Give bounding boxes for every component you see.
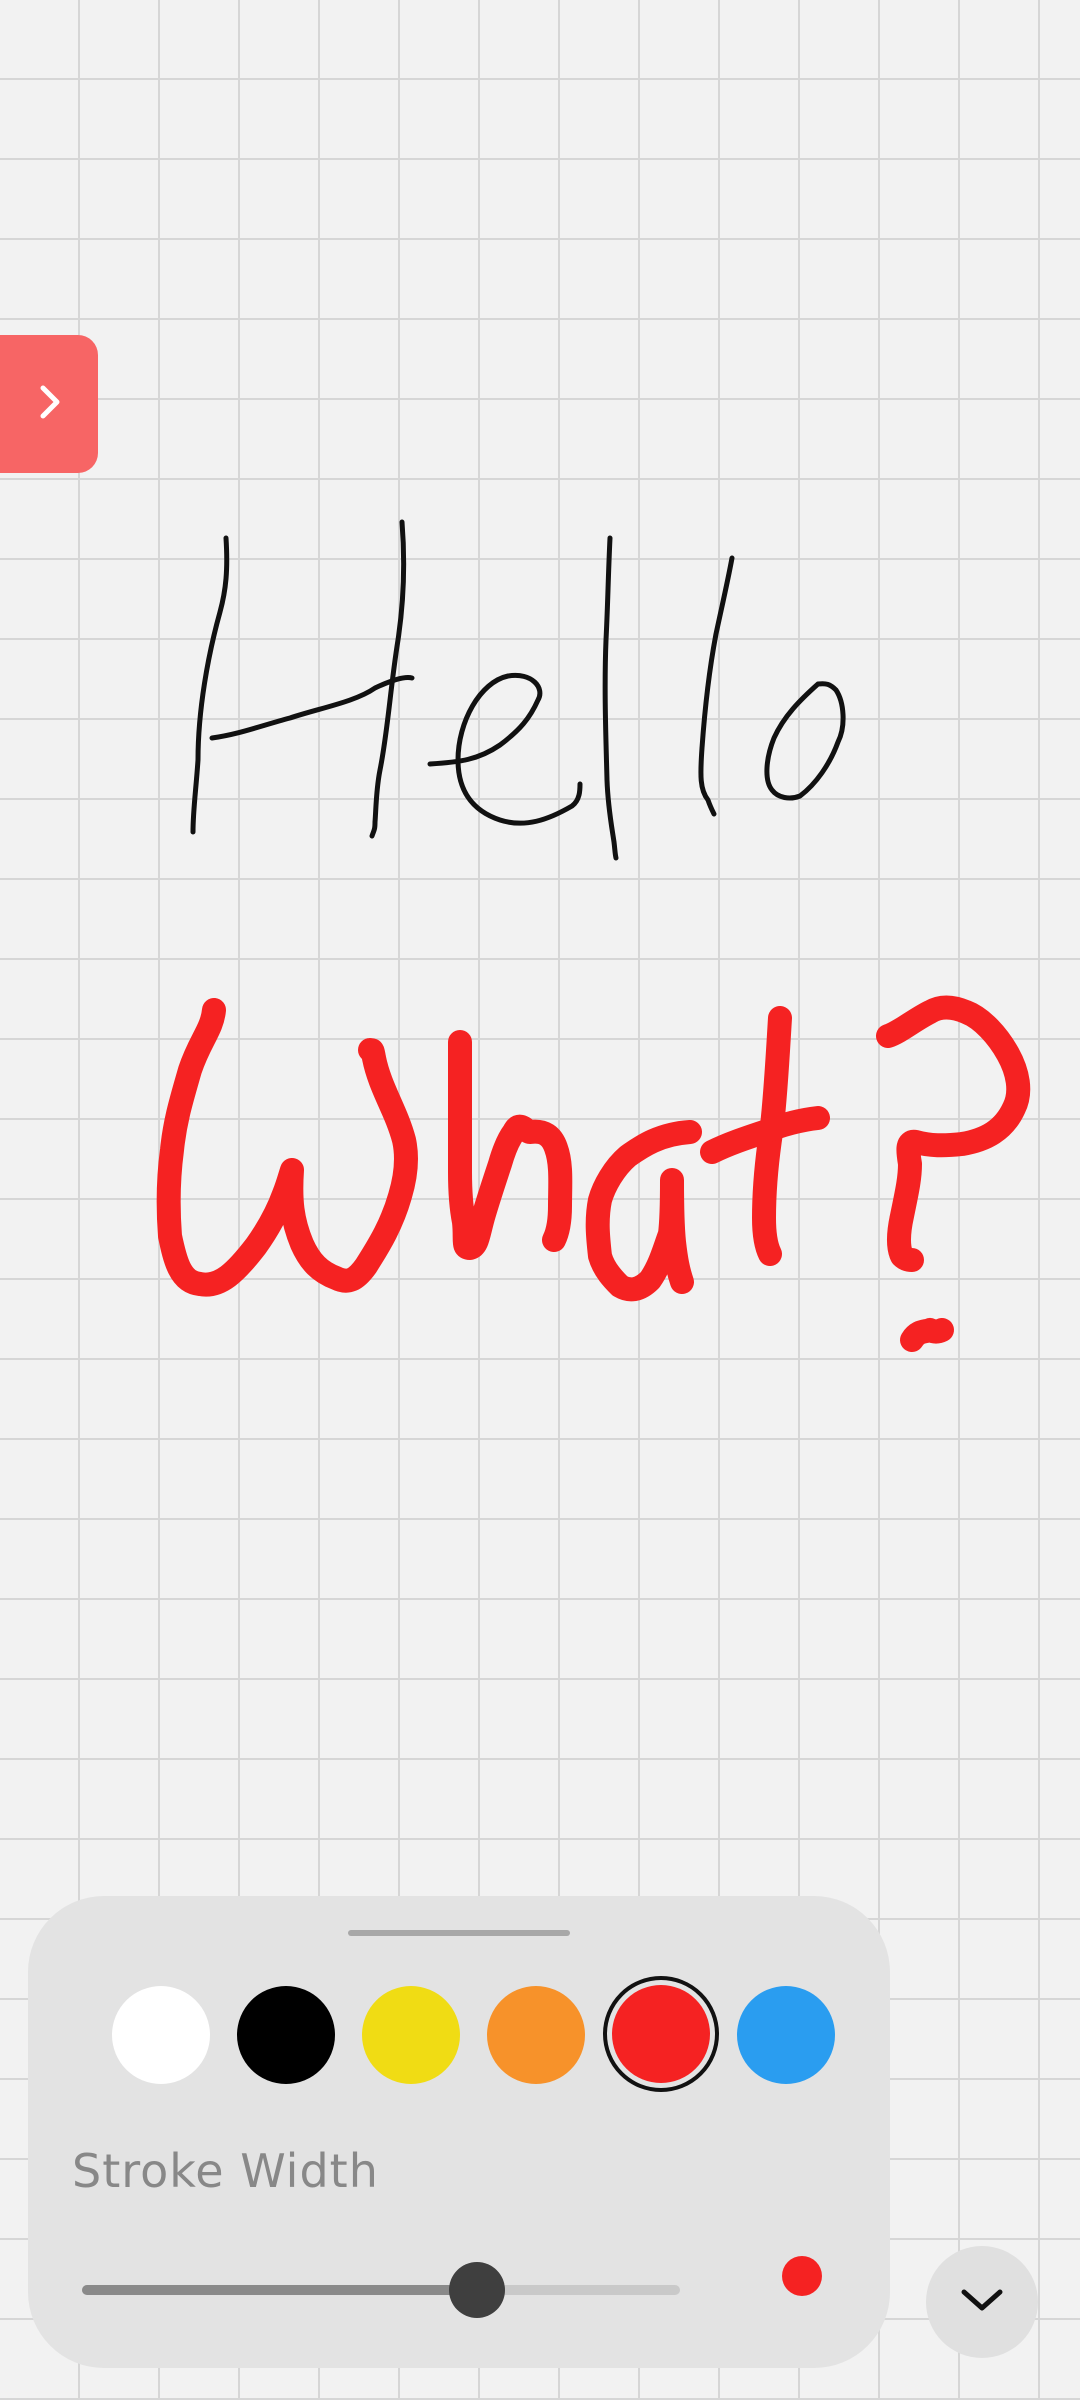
stroke-e — [427, 672, 583, 826]
stroke-w — [156, 998, 419, 1297]
color-swatch-red[interactable] — [603, 1976, 719, 2092]
selected-color-fill — [612, 1985, 710, 2083]
chevron-down-icon — [960, 2286, 1004, 2318]
collapse-toolbox-button[interactable] — [926, 2246, 1038, 2358]
stroke-l-second — [698, 555, 735, 817]
stroke-q-hook — [876, 995, 1031, 1272]
color-swatch-orange[interactable] — [487, 1986, 585, 2084]
hello-strokes — [190, 519, 846, 861]
stroke-h — [447, 1030, 573, 1260]
color-palette — [112, 1976, 852, 2092]
stroke-width-slider[interactable] — [82, 2262, 680, 2318]
color-swatch-blue[interactable] — [737, 1986, 835, 2084]
toolbox-drag-handle[interactable] — [348, 1930, 570, 1936]
stroke-a — [585, 1120, 702, 1302]
stroke-q-dot — [900, 1318, 954, 1352]
color-swatch-black[interactable] — [237, 1986, 335, 2084]
slider-fill — [82, 2285, 477, 2295]
stroke-h-left — [190, 535, 230, 835]
color-swatch-yellow[interactable] — [362, 1986, 460, 2084]
stroke-width-preview — [782, 2256, 822, 2296]
stroke-o — [764, 681, 846, 801]
what-strokes — [156, 995, 1031, 1352]
chevron-right-icon — [29, 382, 69, 426]
drawing-toolbox: Stroke Width — [28, 1896, 890, 2368]
stroke-width-label: Stroke Width — [72, 2144, 379, 2198]
slider-thumb[interactable] — [448, 2262, 505, 2318]
color-swatch-white[interactable] — [112, 1986, 210, 2084]
stroke-l-first — [602, 535, 619, 861]
side-panel-toggle[interactable] — [0, 335, 98, 473]
stroke-h-bar — [209, 675, 415, 741]
